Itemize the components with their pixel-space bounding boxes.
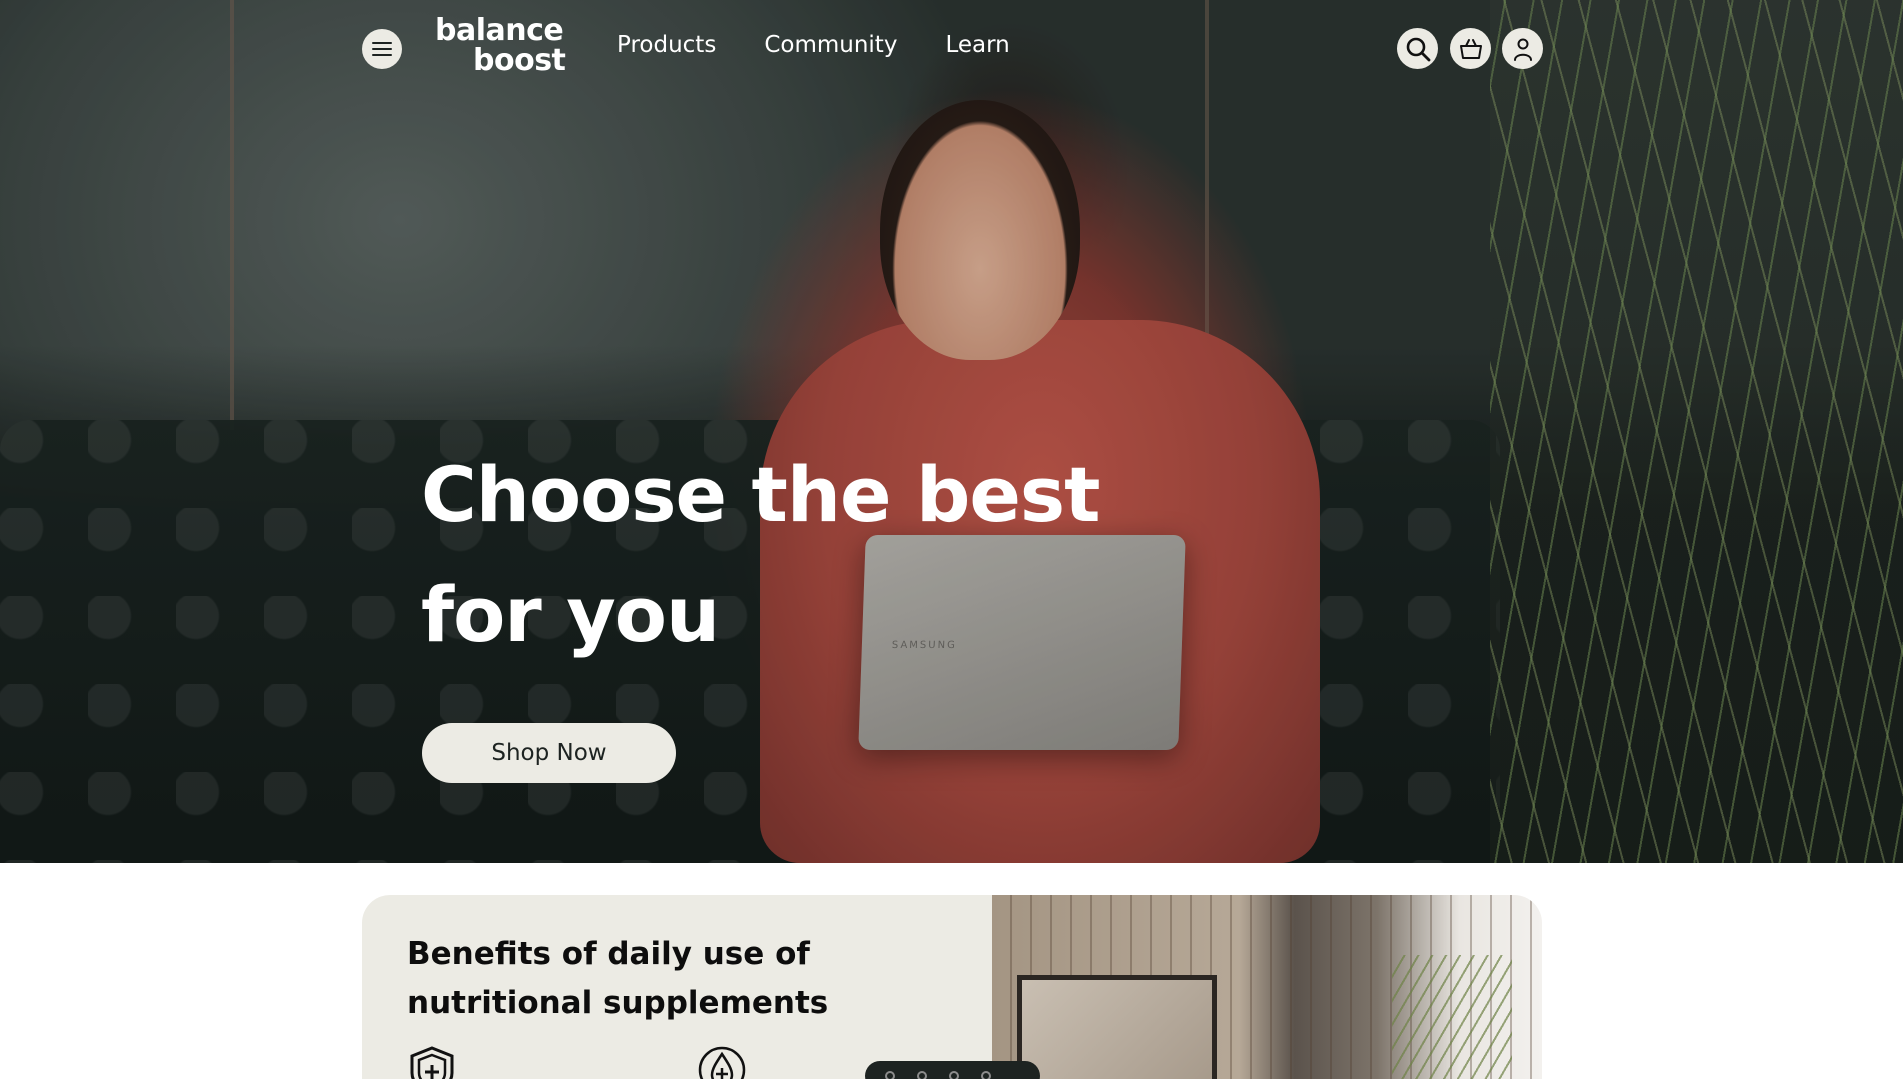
plant-image [1392, 955, 1512, 1079]
cart-button[interactable] [1450, 28, 1491, 69]
top-navigation: balance boost Products Community Learn [0, 0, 1903, 100]
user-icon [1513, 38, 1532, 61]
hero-section: SAMSUNG Choose the best for you Shop Now [0, 0, 1903, 863]
search-icon [1406, 37, 1430, 61]
menu-button[interactable] [362, 29, 402, 69]
widget-dot [981, 1071, 991, 1079]
search-button[interactable] [1397, 28, 1438, 69]
shop-now-button[interactable]: Shop Now [422, 723, 676, 783]
widget-dot [885, 1071, 895, 1079]
hero-title-line2: for you [421, 570, 720, 659]
nav-link-products[interactable]: Products [617, 32, 716, 58]
hero-title-line1: Choose the best [421, 450, 1100, 539]
hamburger-menu-icon [372, 42, 392, 56]
brand-logo[interactable]: balance boost [435, 16, 566, 78]
hero-overlay [0, 0, 1903, 863]
logo-line2: boost [473, 43, 566, 78]
nav-link-learn[interactable]: Learn [945, 32, 1009, 58]
widget-dot [949, 1071, 959, 1079]
widget-dot [917, 1071, 927, 1079]
benefits-title: Benefits of daily use of nutritional sup… [407, 936, 829, 1021]
nav-link-community[interactable]: Community [764, 32, 897, 58]
benefits-card: Benefits of daily use of nutritional sup… [362, 895, 1012, 1079]
basket-icon [1459, 38, 1482, 59]
hero-title: Choose the best for you [421, 435, 1121, 675]
shield-plus-icon [410, 1046, 454, 1079]
room-photo [992, 895, 1542, 1079]
account-button[interactable] [1502, 28, 1543, 69]
wall-frame-image [1017, 975, 1217, 1079]
drop-plus-icon [698, 1046, 746, 1079]
main-nav-links: Products Community Learn [617, 32, 1010, 58]
floating-widget[interactable] [865, 1061, 1040, 1079]
